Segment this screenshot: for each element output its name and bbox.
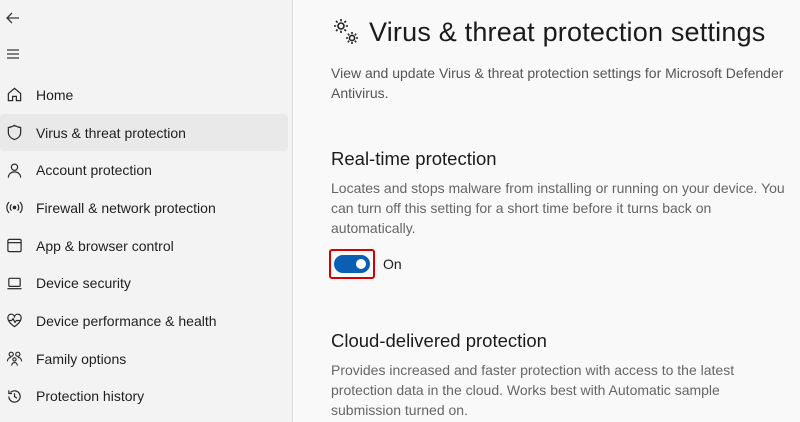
sidebar: Home Virus & threat protection Account p…	[0, 0, 292, 422]
sidebar-nav: Home Virus & threat protection Account p…	[0, 76, 292, 415]
back-arrow-icon[interactable]	[4, 9, 22, 27]
sidebar-item-protection-history[interactable]: Protection history	[0, 378, 288, 416]
page-description: View and update Virus & threat protectio…	[331, 65, 784, 101]
browser-window-icon	[5, 237, 23, 255]
realtime-protection-toggle-group: On	[329, 249, 402, 279]
sidebar-item-account-protection[interactable]: Account protection	[0, 151, 288, 189]
sidebar-item-label: Virus & threat protection	[36, 124, 186, 141]
cloud-protection-description: Provides increased and faster protection…	[331, 362, 735, 418]
home-icon	[5, 86, 23, 104]
sidebar-item-label: Firewall & network protection	[36, 199, 216, 216]
toggle-knob	[356, 259, 366, 269]
page-header: Virus & threat protection settings	[331, 16, 766, 48]
sidebar-item-device-performance-health[interactable]: Device performance & health	[0, 302, 288, 340]
realtime-protection-heading: Real-time protection	[331, 148, 497, 169]
toggle-state-label: On	[383, 256, 402, 272]
sidebar-item-virus-threat-protection[interactable]: Virus & threat protection	[0, 113, 288, 152]
sidebar-item-family-options[interactable]: Family options	[0, 340, 288, 378]
sidebar-item-device-security[interactable]: Device security	[0, 264, 288, 302]
sidebar-item-label: Device security	[36, 275, 131, 292]
sidebar-item-label: Family options	[36, 350, 127, 367]
sidebar-item-label: Home	[36, 86, 74, 103]
sidebar-item-home[interactable]: Home	[0, 76, 288, 114]
realtime-protection-description: Locates and stops malware from installin…	[331, 180, 785, 236]
gears-icon	[331, 16, 361, 48]
family-icon	[5, 350, 23, 368]
laptop-icon	[5, 274, 23, 292]
toggle-highlight-outline	[329, 249, 375, 279]
sidebar-item-label: Account protection	[36, 162, 152, 179]
heart-pulse-icon	[5, 312, 23, 330]
sidebar-item-firewall-network-protection[interactable]: Firewall & network protection	[0, 189, 288, 227]
shield-icon	[5, 124, 23, 142]
wifi-icon	[5, 199, 23, 217]
sidebar-item-label: Device performance & health	[36, 312, 217, 329]
cloud-protection-heading: Cloud-delivered protection	[331, 330, 547, 351]
main-content: Virus & threat protection settings View …	[293, 0, 800, 422]
sidebar-item-label: Protection history	[36, 388, 145, 405]
person-icon	[5, 161, 23, 179]
sidebar-item-app-browser-control[interactable]: App & browser control	[0, 227, 288, 265]
hamburger-menu-icon[interactable]	[4, 45, 22, 63]
sidebar-item-label: App & browser control	[36, 237, 174, 254]
realtime-protection-toggle[interactable]	[334, 255, 370, 273]
page-title: Virus & threat protection settings	[369, 16, 766, 47]
history-icon	[5, 387, 23, 405]
